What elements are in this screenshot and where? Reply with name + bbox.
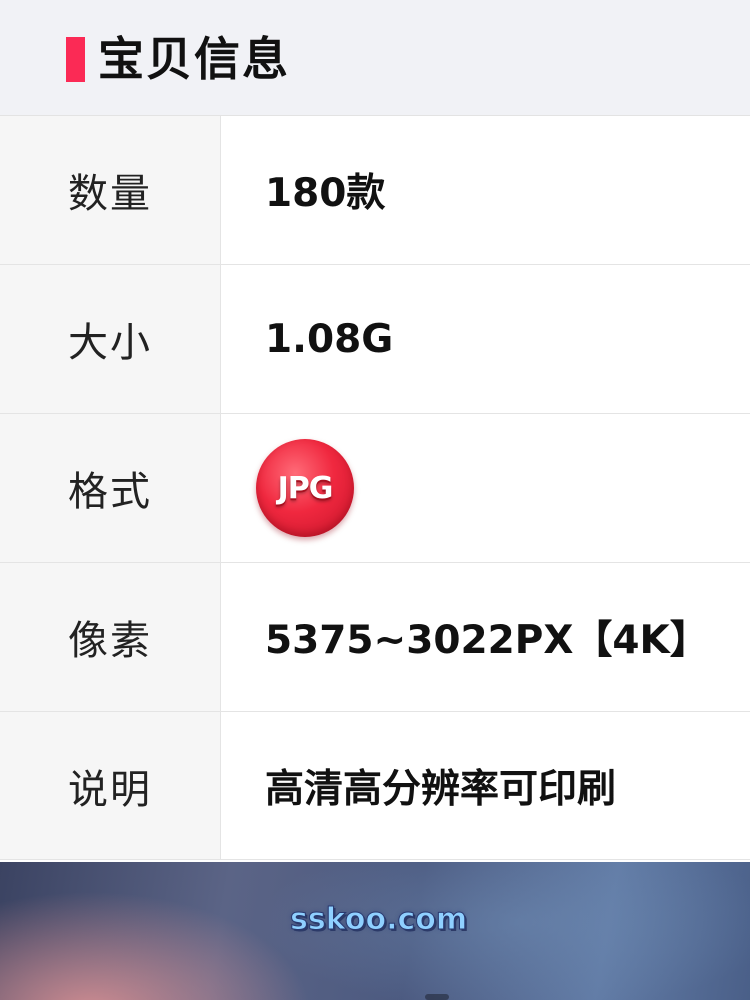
row-label: 格式 <box>68 469 152 515</box>
table-row-resolution: 像素 5375~3022PX【4K】 <box>0 563 750 712</box>
header-accent-bar <box>66 37 85 82</box>
format-badge-label: JPG <box>277 470 334 506</box>
row-label-cell: 说明 <box>0 712 221 859</box>
row-value: 1.08G <box>265 316 394 362</box>
row-value-cell: 180款 <box>221 116 750 264</box>
row-label: 说明 <box>68 766 152 813</box>
row-value: 5375~3022PX【4K】 <box>265 618 709 663</box>
row-label-cell: 大小 <box>0 265 221 413</box>
row-label: 像素 <box>68 618 152 664</box>
table-row-format: 格式 JPG <box>0 414 750 563</box>
banner-decoration <box>425 994 449 1000</box>
row-value: 180款 <box>265 171 386 216</box>
row-label-cell: 格式 <box>0 414 221 562</box>
watermark-logo: sskoo.com <box>289 902 468 938</box>
table-row-size: 大小 1.08G <box>0 265 750 414</box>
row-label-cell: 数量 <box>0 116 221 264</box>
row-label: 数量 <box>68 171 152 217</box>
jpg-format-icon: JPG <box>256 439 354 537</box>
row-value-cell: 5375~3022PX【4K】 <box>221 563 750 711</box>
section-header: 宝贝信息 <box>0 0 750 116</box>
section-title: 宝贝信息 <box>98 32 290 86</box>
row-label-cell: 像素 <box>0 563 221 711</box>
row-label: 大小 <box>68 320 152 366</box>
row-value-cell: 高清高分辨率可印刷 <box>221 712 750 859</box>
table-row-quantity: 数量 180款 <box>0 116 750 265</box>
preview-banner-image: sskoo.com <box>0 862 750 1000</box>
row-value: 高清高分辨率可印刷 <box>265 766 617 812</box>
row-value-cell: 1.08G <box>221 265 750 413</box>
table-row-description: 说明 高清高分辨率可印刷 <box>0 712 750 860</box>
row-value-cell: JPG <box>221 414 750 562</box>
product-info-table: 数量 180款 大小 1.08G 格式 JPG 像素 5375~3022PX【4… <box>0 116 750 860</box>
